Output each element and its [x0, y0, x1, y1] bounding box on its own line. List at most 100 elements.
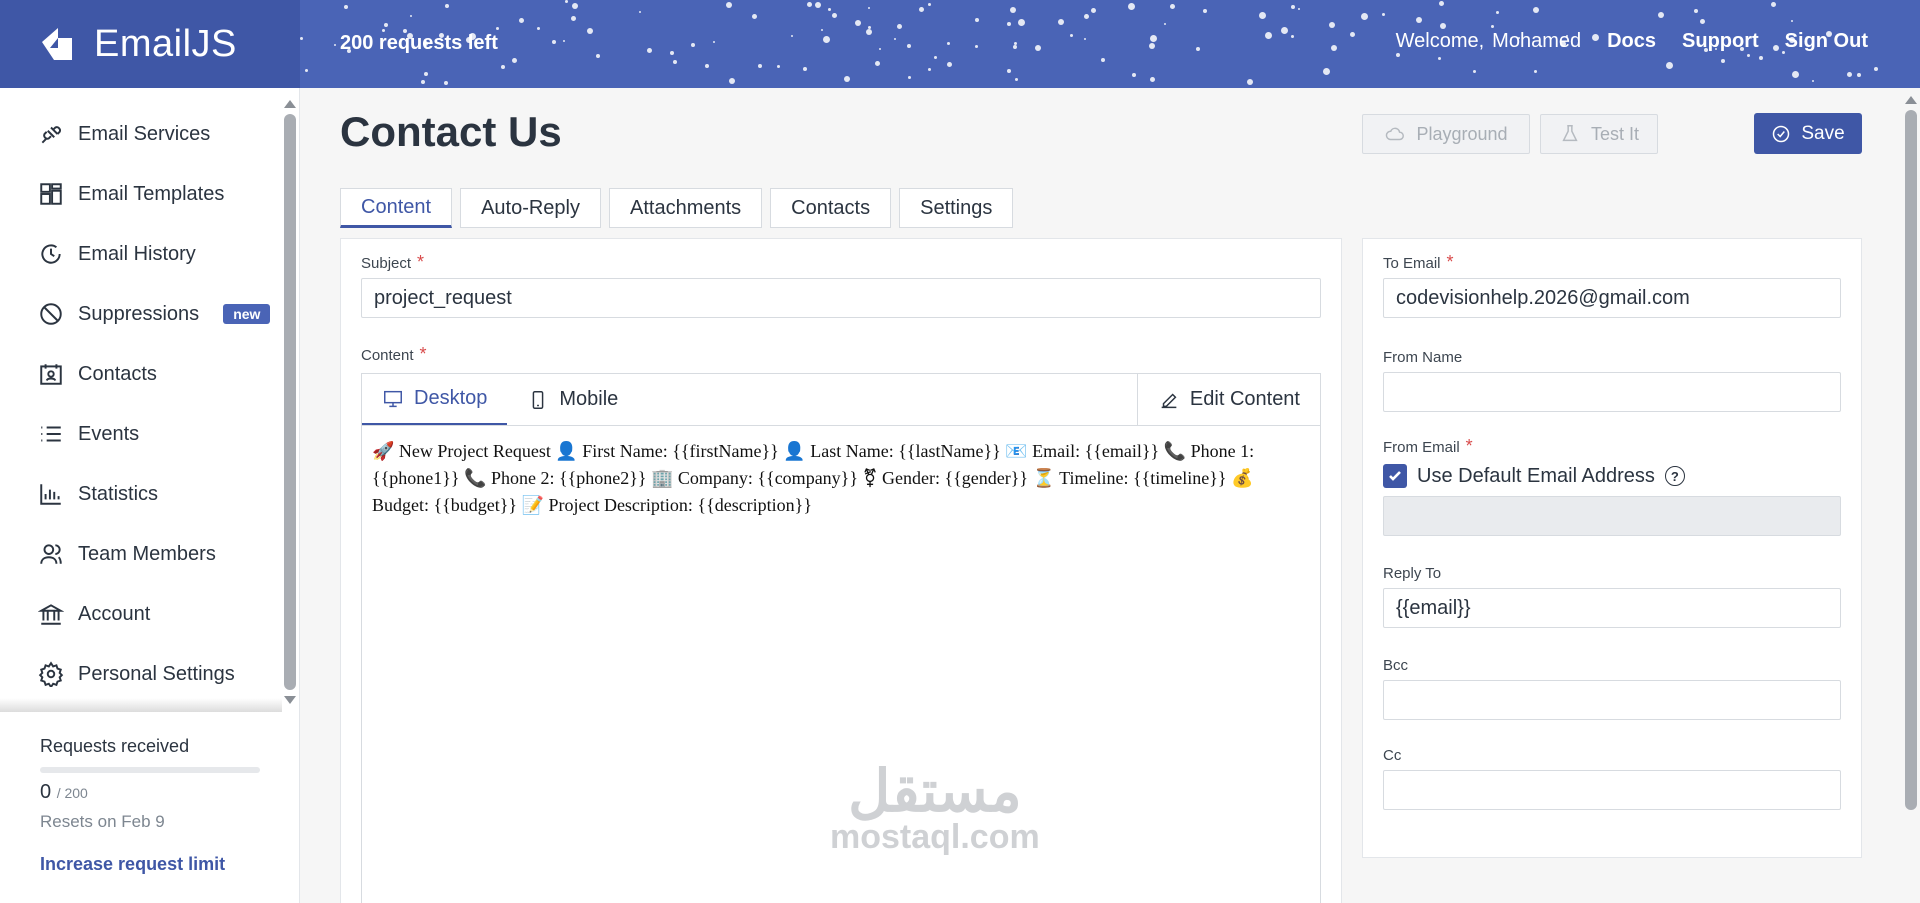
sidebar-item-email-templates[interactable]: Email Templates: [0, 164, 282, 224]
tab-settings[interactable]: Settings: [899, 188, 1014, 228]
to-email-input[interactable]: codevisionhelp.2026@gmail.com: [1383, 278, 1841, 318]
chart-icon: [40, 484, 61, 505]
tab-content[interactable]: Content: [340, 188, 453, 228]
contacts-icon: [40, 364, 62, 385]
sidebar-item-label: Account: [78, 602, 151, 625]
sign-out-link[interactable]: Sign Out: [1785, 30, 1868, 53]
tab-contacts[interactable]: Contacts: [770, 188, 892, 228]
from-name-input[interactable]: [1383, 372, 1841, 412]
snowflake: [1128, 3, 1135, 10]
snowflake: [1857, 73, 1861, 77]
snowflake: [1874, 67, 1878, 71]
sidebar-item-label: Statistics: [78, 482, 159, 505]
sidebar-item-team-members[interactable]: Team Members: [0, 524, 282, 584]
desktop-preview-tab[interactable]: Desktop: [362, 374, 508, 425]
from-name-label: From Name: [1383, 349, 1463, 366]
edit-content-button[interactable]: Edit Content: [1136, 374, 1320, 425]
snowflake: [1847, 72, 1852, 77]
sidebar-scrollbar[interactable]: [283, 96, 297, 706]
brand[interactable]: EmailJS: [0, 0, 300, 88]
scroll-thumb[interactable]: [1905, 110, 1917, 810]
content-label: Content *: [361, 344, 427, 364]
scroll-up-icon[interactable]: [284, 100, 296, 108]
snowflake: [519, 18, 524, 23]
top-bar: EmailJS 200 requests left Welcome, Moham…: [0, 0, 1920, 88]
snowflake: [791, 35, 793, 37]
snowflake: [934, 56, 937, 59]
snowflake: [565, 0, 568, 3]
snowflake: [1759, 56, 1763, 60]
sidebar-item-statistics[interactable]: Statistics: [0, 464, 282, 524]
tab-auto-reply[interactable]: Auto-Reply: [460, 188, 601, 228]
docs-link[interactable]: Docs: [1607, 30, 1656, 53]
editor-toolbar: Desktop Mobile Edit Content: [362, 374, 1320, 426]
snowflake: [1010, 7, 1016, 13]
scroll-thumb[interactable]: [284, 114, 296, 690]
mobile-preview-tab[interactable]: Mobile: [507, 374, 638, 425]
snowflake: [907, 44, 911, 48]
from-email-group: From Email * Use Default Email Address ?: [1383, 437, 1841, 536]
reply-to-input[interactable]: {{email}}: [1383, 588, 1841, 628]
from-name-group: From Name: [1383, 349, 1841, 412]
snowflake: [1013, 45, 1017, 49]
snowflake: [1396, 53, 1400, 57]
cc-input[interactable]: [1383, 770, 1841, 810]
user-name[interactable]: Mohamed: [1492, 30, 1581, 53]
use-default-checkbox[interactable]: [1383, 464, 1407, 488]
sidebar-item-personal-settings[interactable]: Personal Settings: [0, 644, 282, 704]
bcc-input[interactable]: [1383, 680, 1841, 720]
support-link[interactable]: Support: [1682, 30, 1759, 53]
sidebar-item-email-history[interactable]: Email History: [0, 224, 282, 284]
sidebar-item-suppressions[interactable]: Suppressions new: [0, 284, 282, 344]
use-default-row: Use Default Email Address ?: [1383, 464, 1841, 488]
sidebar-item-account[interactable]: Account: [0, 584, 282, 644]
snowflake: [726, 2, 732, 8]
snowflake: [384, 23, 388, 27]
mobile-icon: [533, 390, 544, 409]
snowflake: [947, 62, 952, 67]
snowflake: [866, 29, 872, 35]
scroll-down-icon[interactable]: [284, 696, 296, 704]
desktop-icon: [384, 390, 402, 407]
playground-button[interactable]: Playground: [1362, 114, 1530, 154]
snowflake: [1658, 12, 1664, 18]
snowflake: [729, 78, 735, 84]
edit-content-label: Edit Content: [1189, 388, 1300, 410]
tab-attachments[interactable]: Attachments: [609, 188, 763, 228]
snowflake: [1091, 8, 1096, 13]
scroll-up-icon[interactable]: [1905, 96, 1917, 104]
help-icon[interactable]: ?: [1664, 466, 1685, 486]
increase-limit-link[interactable]: Increase request limit: [40, 854, 260, 875]
snowflake: [496, 27, 499, 30]
snowflake: [975, 18, 979, 22]
sidebar-item-label: Events: [78, 422, 140, 445]
content-preview: 🚀 New Project Request 👤 First Name: {{fi…: [372, 441, 1255, 515]
snowflake: [1196, 47, 1200, 51]
sidebar-item-contacts[interactable]: Contacts: [0, 344, 282, 404]
snowflake: [1070, 34, 1073, 37]
snowflake: [639, 11, 641, 13]
page-scrollbar[interactable]: [1904, 92, 1918, 903]
snowflake: [1329, 22, 1335, 28]
snowflake: [1035, 45, 1041, 51]
block-icon: [40, 303, 62, 325]
subject-input[interactable]: project_request: [361, 278, 1321, 318]
test-it-button[interactable]: Test It: [1540, 114, 1658, 154]
top-right-nav: Welcome, Mohamed Docs Support Sign Out: [1396, 30, 1868, 53]
snowflake: [1350, 32, 1355, 37]
content-label-text: Content: [361, 347, 414, 364]
sidebar-item-label: Email Templates: [78, 182, 225, 205]
save-button[interactable]: Save: [1754, 113, 1862, 154]
use-default-label[interactable]: Use Default Email Address: [1417, 465, 1655, 488]
snowflake: [713, 41, 715, 43]
snowflake: [1533, 7, 1539, 13]
required-marker: *: [419, 344, 427, 364]
snowflake: [1259, 12, 1266, 19]
gear-icon: [38, 661, 64, 687]
snowflake: [1084, 38, 1086, 40]
sidebar-item-email-services[interactable]: Email Services: [0, 104, 282, 164]
snowflake: [305, 69, 308, 72]
sidebar-item-events[interactable]: Events: [0, 404, 282, 464]
snowflake: [1812, 80, 1814, 82]
subject-label: Subject *: [361, 253, 1321, 272]
